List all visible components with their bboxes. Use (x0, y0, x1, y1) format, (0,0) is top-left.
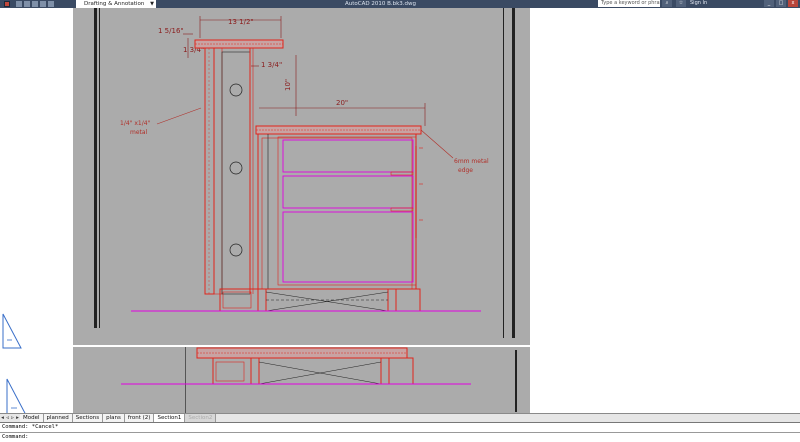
close-button[interactable]: x (788, 0, 798, 7)
layout-tabs: ◂ ◃ ▹ ▸ Model planned Sections plans fro… (0, 413, 800, 422)
window-title: AutoCAD 2010 B.bk3.dwg (345, 1, 417, 7)
command-input[interactable]: Command: (0, 432, 800, 441)
search-input[interactable]: Type a keyword or phrase (598, 0, 660, 7)
right-viewport[interactable] (530, 8, 800, 413)
new-icon[interactable] (16, 1, 22, 7)
tab-plans[interactable]: plans (103, 414, 125, 422)
dim-counter: 20" (336, 99, 348, 107)
note-left-2: metal (130, 129, 148, 136)
tab-sections[interactable]: Sections (72, 414, 104, 422)
cad-drawing: 13 1/2" 1 5/16" 1 3/4" 1 3/4" 10" 20" 1/… (120, 16, 489, 385)
tab-front-2[interactable]: front (2) (124, 414, 155, 422)
ucs-icon (2, 313, 22, 349)
ucs-icon-secondary (6, 378, 28, 418)
redo-icon[interactable] (48, 1, 54, 7)
maximize-button[interactable]: □ (776, 0, 786, 7)
chevron-down-icon: ▼ (150, 1, 154, 7)
tab-model[interactable]: Model (20, 414, 44, 422)
search-icon[interactable]: ⌕ (662, 0, 672, 7)
title-bar: Drafting & Annotation ▼ AutoCAD 2010 B.b… (0, 0, 800, 8)
note-right: 6mm metal (454, 158, 489, 165)
left-viewport-strip (0, 8, 28, 418)
dim-thickness: 1 5/16" (158, 27, 184, 35)
dim-top-width: 13 1/2" (228, 18, 254, 26)
workspace-dropdown[interactable]: Drafting & Annotation ▼ (76, 0, 156, 8)
undo-icon[interactable] (40, 1, 46, 7)
app-menu-icon[interactable] (4, 1, 10, 7)
workspace-label: Drafting & Annotation (84, 1, 145, 7)
dim-vertical: 10" (284, 79, 292, 91)
tab-section2[interactable]: Section2 (185, 414, 217, 422)
favorites-star-icon[interactable]: ☆ (676, 0, 686, 7)
note-left: 1/4" x1/4" (120, 120, 151, 127)
save-icon[interactable] (32, 1, 38, 7)
note-right-2: edge (458, 167, 473, 174)
command-line[interactable]: Command: *Cancel* Command: (0, 422, 800, 441)
window-controls: _ □ x (764, 0, 798, 7)
sign-in-button[interactable]: Sign In (690, 0, 760, 7)
tab-section1[interactable]: Section1 (154, 414, 186, 422)
minimize-button[interactable]: _ (764, 0, 774, 7)
tab-planned[interactable]: planned (43, 414, 73, 422)
open-icon[interactable] (24, 1, 30, 7)
quick-access-toolbar (16, 1, 61, 7)
command-history: Command: *Cancel* (2, 424, 59, 430)
dim-inner-2: 1 3/4" (261, 61, 282, 69)
